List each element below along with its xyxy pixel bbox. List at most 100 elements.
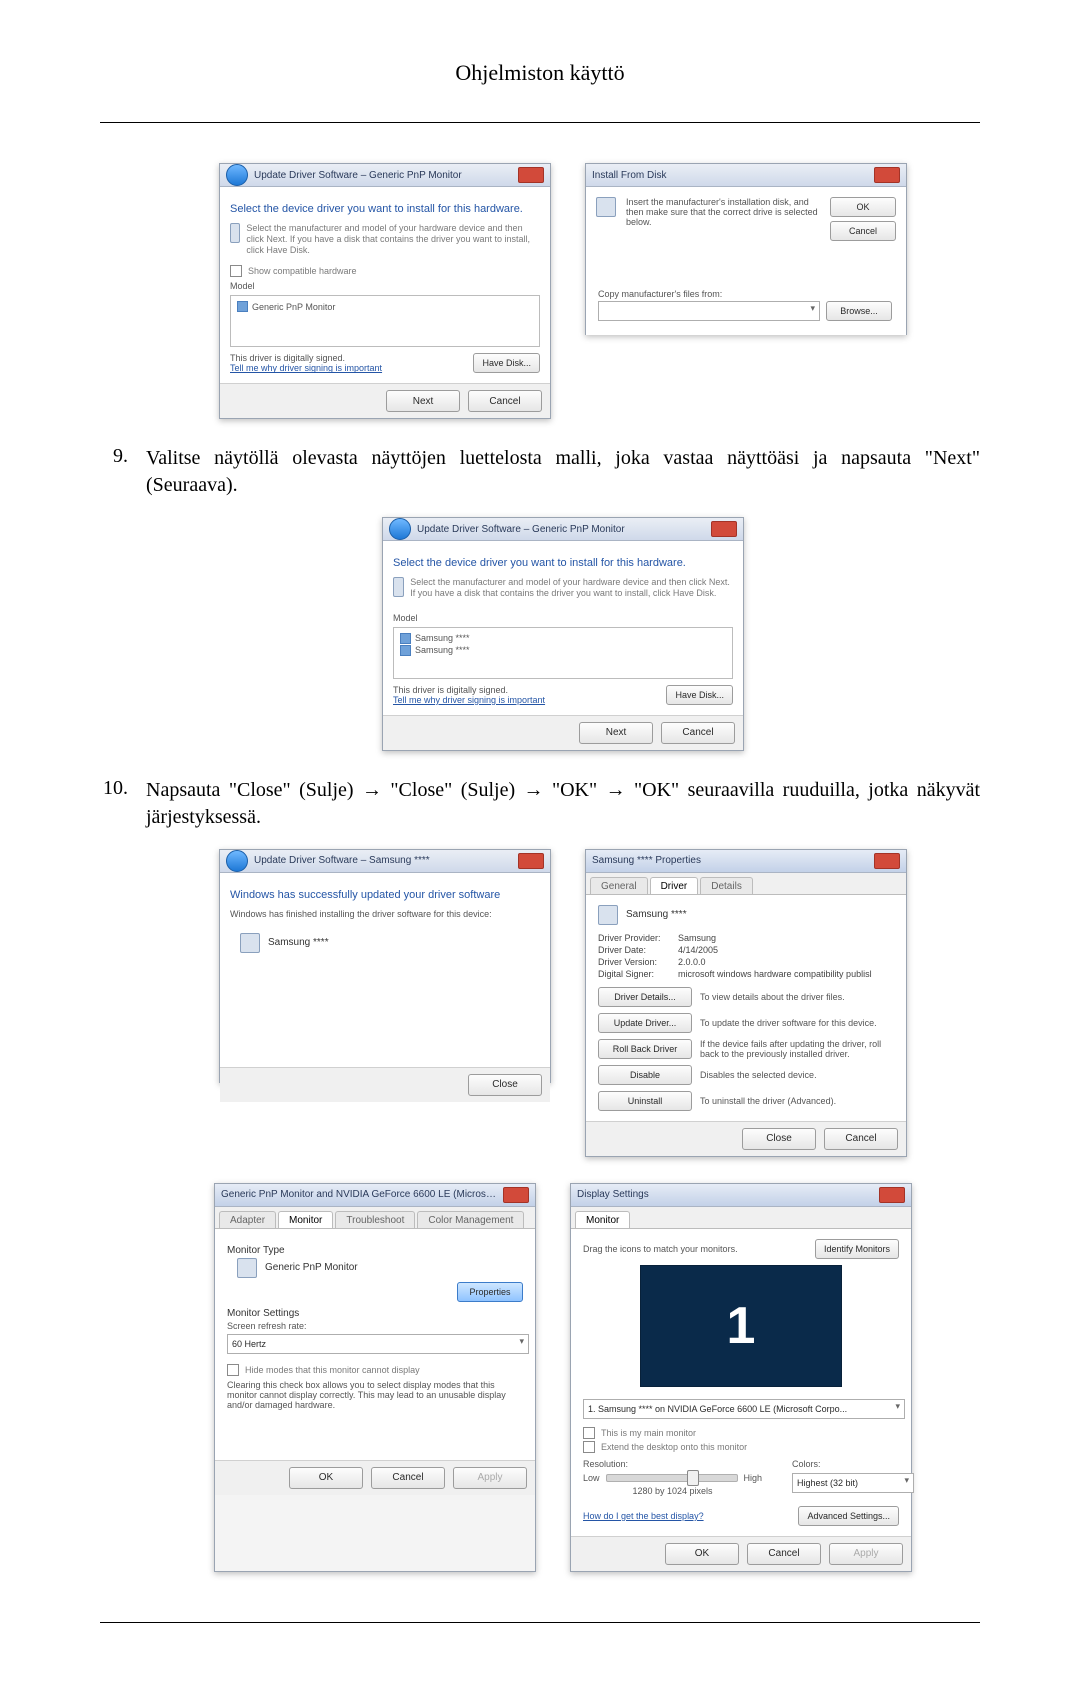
window-monitor-properties: Generic PnP Monitor and NVIDIA GeForce 6…	[214, 1183, 536, 1572]
update-driver-button[interactable]: Update Driver...	[598, 1013, 692, 1033]
monitor-number: 1	[727, 1296, 756, 1356]
button-row: Close	[220, 1067, 550, 1102]
window-body: Select the device driver you want to ins…	[383, 541, 743, 715]
checkbox-icon	[583, 1441, 595, 1453]
window-body: Drag the icons to match your monitors. I…	[571, 1229, 911, 1536]
properties-button[interactable]: Properties	[457, 1282, 523, 1302]
close-icon[interactable]	[518, 167, 544, 183]
step-text: Napsauta "Close" (Sulje) → "Close" (Sulj…	[146, 777, 980, 831]
list-item[interactable]: Generic PnP Monitor	[237, 301, 533, 312]
uninstall-button[interactable]: Uninstall	[598, 1091, 692, 1111]
next-button[interactable]: Next	[579, 722, 653, 744]
driver-details-text: To view details about the driver files.	[700, 992, 845, 1002]
signer-value: microsoft windows hardware compatibility…	[678, 969, 872, 979]
cancel-button[interactable]: Cancel	[371, 1467, 445, 1489]
browse-button[interactable]: Browse...	[826, 301, 892, 321]
drag-instruction: Drag the icons to match your monitors.	[583, 1244, 738, 1254]
back-arrow-icon[interactable]	[226, 164, 248, 186]
cancel-button[interactable]: Cancel	[747, 1543, 821, 1565]
monitor-icon	[400, 645, 411, 656]
list-item[interactable]: Samsung ****	[400, 633, 726, 644]
path-combobox[interactable]	[598, 301, 820, 321]
model-header: Model	[393, 613, 733, 623]
list-item[interactable]: Samsung ****	[400, 645, 726, 656]
ok-button[interactable]: OK	[665, 1543, 739, 1565]
tab-troubleshoot[interactable]: Troubleshoot	[335, 1211, 415, 1228]
apply-button[interactable]: Apply	[453, 1467, 527, 1489]
figure-row-4: Generic PnP Monitor and NVIDIA GeForce 6…	[100, 1183, 980, 1572]
ok-button[interactable]: OK	[289, 1467, 363, 1489]
best-display-link[interactable]: How do I get the best display?	[583, 1511, 704, 1521]
identify-monitors-button[interactable]: Identify Monitors	[815, 1239, 899, 1259]
window-body: Monitor Type Generic PnP Monitor Propert…	[215, 1229, 535, 1460]
apply-button[interactable]: Apply	[829, 1543, 903, 1565]
resolution-slider[interactable]	[606, 1474, 738, 1482]
close-icon[interactable]	[879, 1187, 905, 1203]
signer-key: Digital Signer:	[598, 969, 668, 979]
close-icon[interactable]	[503, 1187, 529, 1203]
tab-details[interactable]: Details	[700, 877, 753, 894]
step-9: 9. Valitse näytöllä olevasta näyttöjen l…	[100, 445, 980, 499]
cancel-button[interactable]: Cancel	[824, 1128, 898, 1150]
advanced-settings-button[interactable]: Advanced Settings...	[798, 1506, 899, 1526]
close-icon[interactable]	[874, 167, 900, 183]
date-key: Driver Date:	[598, 945, 668, 955]
date-value: 4/14/2005	[678, 945, 718, 955]
disable-button[interactable]: Disable	[598, 1065, 692, 1085]
window-install-from-disk: Install From Disk Insert the manufacture…	[585, 163, 907, 335]
monitor-select-value: 1. Samsung **** on NVIDIA GeForce 6600 L…	[588, 1404, 847, 1414]
copy-from-label: Copy manufacturer's files from:	[598, 289, 894, 299]
tab-general[interactable]: General	[590, 877, 648, 894]
show-compatible-checkbox[interactable]: Show compatible hardware	[230, 265, 540, 277]
have-disk-button[interactable]: Have Disk...	[666, 685, 733, 705]
provider-key: Driver Provider:	[598, 933, 668, 943]
cancel-button[interactable]: Cancel	[468, 390, 542, 412]
tab-monitor[interactable]: Monitor	[575, 1211, 630, 1228]
close-button[interactable]: Close	[742, 1128, 816, 1150]
figure-row-1: Update Driver Software – Generic PnP Mon…	[100, 163, 980, 419]
checkbox-icon	[230, 265, 242, 277]
hide-modes-checkbox[interactable]: Hide modes that this monitor cannot disp…	[227, 1364, 523, 1376]
button-row: Next Cancel	[383, 715, 743, 750]
tab-adapter[interactable]: Adapter	[219, 1211, 276, 1228]
next-button[interactable]: Next	[386, 390, 460, 412]
device-icon	[598, 905, 618, 925]
close-button[interactable]: Close	[468, 1074, 542, 1096]
cancel-button[interactable]: Cancel	[661, 722, 735, 744]
ok-button[interactable]: OK	[830, 197, 896, 217]
tab-color-management[interactable]: Color Management	[417, 1211, 524, 1228]
rollback-driver-button[interactable]: Roll Back Driver	[598, 1039, 692, 1059]
close-icon[interactable]	[874, 853, 900, 869]
tab-monitor[interactable]: Monitor	[278, 1211, 333, 1228]
close-icon[interactable]	[518, 853, 544, 869]
extend-desktop-checkbox[interactable]: Extend the desktop onto this monitor	[583, 1441, 899, 1453]
refresh-rate-label: Screen refresh rate:	[227, 1321, 523, 1331]
model-listbox[interactable]: Generic PnP Monitor	[230, 295, 540, 347]
monitor-select[interactable]: 1. Samsung **** on NVIDIA GeForce 6600 L…	[583, 1399, 905, 1419]
have-disk-button[interactable]: Have Disk...	[473, 353, 540, 373]
titlebar: Install From Disk	[586, 164, 906, 187]
tab-driver[interactable]: Driver	[650, 877, 699, 894]
signed-link[interactable]: Tell me why driver signing is important	[230, 363, 382, 373]
signed-link[interactable]: Tell me why driver signing is important	[393, 695, 545, 705]
monitor-preview[interactable]: 1	[640, 1265, 842, 1387]
back-arrow-icon[interactable]	[226, 850, 248, 872]
colors-select[interactable]: Highest (32 bit)	[792, 1473, 914, 1493]
model-listbox[interactable]: Samsung **** Samsung ****	[393, 627, 733, 679]
step-number: 10.	[100, 777, 128, 831]
main-monitor-label: This is my main monitor	[601, 1428, 696, 1438]
show-compatible-label: Show compatible hardware	[248, 266, 357, 276]
tab-strip: Monitor	[571, 1207, 911, 1229]
button-row: OK Cancel Apply	[571, 1536, 911, 1571]
close-icon[interactable]	[711, 521, 737, 537]
refresh-rate-select[interactable]: 60 Hertz	[227, 1334, 529, 1354]
model-header: Model	[230, 281, 540, 291]
device-icon	[230, 223, 240, 243]
window-body: Insert the manufacturer's installation d…	[586, 187, 906, 335]
window-body: Select the device driver you want to ins…	[220, 187, 550, 383]
back-arrow-icon[interactable]	[389, 518, 411, 540]
main-monitor-checkbox[interactable]: This is my main monitor	[583, 1427, 899, 1439]
driver-details-button[interactable]: Driver Details...	[598, 987, 692, 1007]
update-driver-text: To update the driver software for this d…	[700, 1018, 877, 1028]
cancel-button[interactable]: Cancel	[830, 221, 896, 241]
